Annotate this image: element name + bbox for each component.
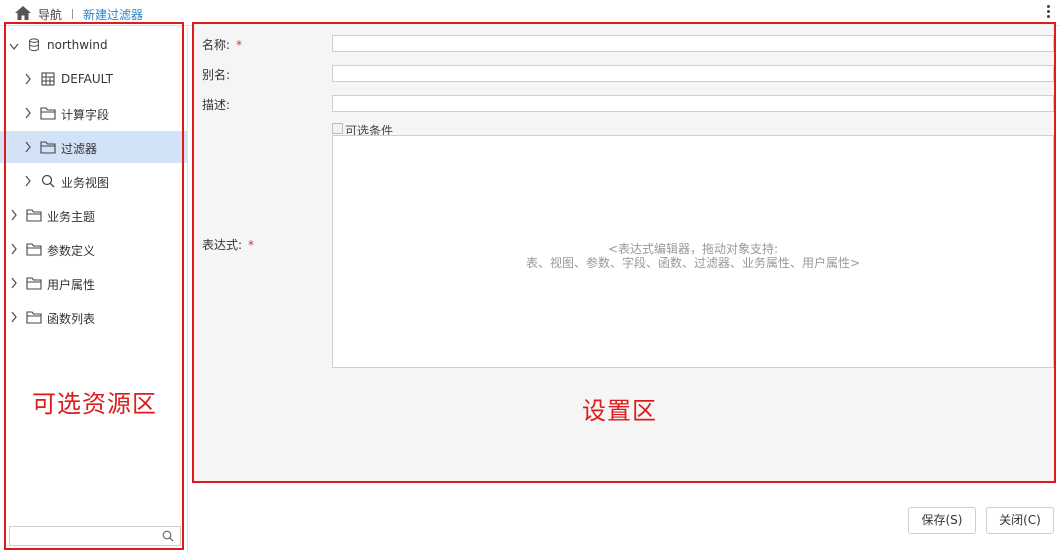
- tree-label: 计算字段: [61, 108, 110, 122]
- database-icon: [29, 38, 39, 52]
- tab-new-filter[interactable]: 新建过滤器: [83, 6, 143, 23]
- tree-item-filters[interactable]: 过滤器: [0, 131, 188, 163]
- folder-icon: [26, 311, 42, 324]
- chevron-right-icon[interactable]: [9, 311, 19, 323]
- tree-item-business-views[interactable]: 业务视图: [0, 165, 188, 197]
- alias-field[interactable]: [333, 66, 1053, 81]
- chevron-right-icon[interactable]: [23, 73, 33, 85]
- tree-item-business-topics[interactable]: 业务主题: [0, 199, 188, 231]
- tree-label: 函数列表: [47, 312, 96, 326]
- expression-placeholder: 表、视图、参数、字段、函数、过滤器、业务属性、用户属性>: [525, 256, 861, 270]
- name-label: 名称: *: [202, 38, 243, 52]
- folder-icon: [40, 141, 56, 154]
- tree-label: 用户属性: [47, 278, 96, 292]
- annotation-label-settings-area: 设置区: [582, 397, 657, 425]
- tree-label: 业务主题: [47, 210, 96, 224]
- folder-icon: [26, 243, 42, 256]
- chevron-down-icon[interactable]: [9, 41, 19, 53]
- description-field-box: [332, 95, 1054, 112]
- tree-item-calculated-fields[interactable]: 计算字段: [0, 97, 188, 129]
- tree-item-default[interactable]: DEFAULT: [0, 63, 188, 95]
- tree-item-parameters[interactable]: 参数定义: [0, 233, 188, 265]
- name-field[interactable]: [333, 36, 1053, 51]
- chevron-right-icon[interactable]: [23, 175, 33, 187]
- expression-editor[interactable]: <表达式编辑器，拖动对象支持: 表、视图、参数、字段、函数、过滤器、业务属性、用…: [332, 135, 1054, 368]
- chevron-right-icon[interactable]: [9, 209, 19, 221]
- tree-label: 业务视图: [61, 176, 110, 190]
- settings-area: 名称: * 别名: 描述: 可选条件 表达式: * <表达式编辑器，拖动对象支持: …: [192, 22, 1056, 483]
- required-mark: *: [248, 238, 255, 252]
- search-icon[interactable]: [162, 530, 174, 542]
- resource-search-box: [9, 526, 181, 546]
- optional-condition-checkbox[interactable]: [332, 123, 343, 134]
- search-icon: [41, 174, 55, 188]
- folder-icon: [40, 107, 56, 120]
- alias-field-box: [332, 65, 1054, 82]
- chevron-right-icon[interactable]: [23, 141, 33, 153]
- resource-search-input[interactable]: [10, 527, 158, 545]
- tree-item-user-attributes[interactable]: 用户属性: [0, 267, 188, 299]
- expression-label: 表达式: *: [202, 238, 255, 252]
- tree-label: 参数定义: [47, 244, 96, 258]
- table-icon: [41, 72, 55, 86]
- alias-label: 别名:: [202, 68, 231, 82]
- breadcrumb-separator: [72, 9, 73, 19]
- close-button[interactable]: 关闭(C): [986, 507, 1054, 534]
- tree-root-northwind[interactable]: northwind: [0, 29, 188, 61]
- annotation-label-resource-area: 可选资源区: [32, 390, 157, 418]
- folder-icon: [26, 209, 42, 222]
- description-field[interactable]: [333, 96, 1053, 111]
- name-field-box: [332, 35, 1054, 52]
- resource-tree-panel: northwind DEFAULT 计算字段 过滤器 业务视图 业务主题 参数定…: [0, 27, 188, 554]
- chevron-right-icon[interactable]: [9, 243, 19, 255]
- description-label: 描述:: [202, 98, 231, 112]
- more-menu-icon[interactable]: [1042, 4, 1054, 22]
- tree-label: DEFAULT: [61, 72, 113, 86]
- tree-label: 过滤器: [61, 142, 98, 156]
- save-button[interactable]: 保存(S): [908, 507, 976, 534]
- chevron-right-icon[interactable]: [9, 277, 19, 289]
- required-mark: *: [236, 38, 243, 52]
- home-icon[interactable]: [14, 5, 32, 21]
- tree-item-function-list[interactable]: 函数列表: [0, 301, 188, 333]
- tree-label-root: northwind: [47, 38, 108, 52]
- nav-link[interactable]: 导航: [38, 6, 62, 23]
- chevron-right-icon[interactable]: [23, 107, 33, 119]
- folder-icon: [26, 277, 42, 290]
